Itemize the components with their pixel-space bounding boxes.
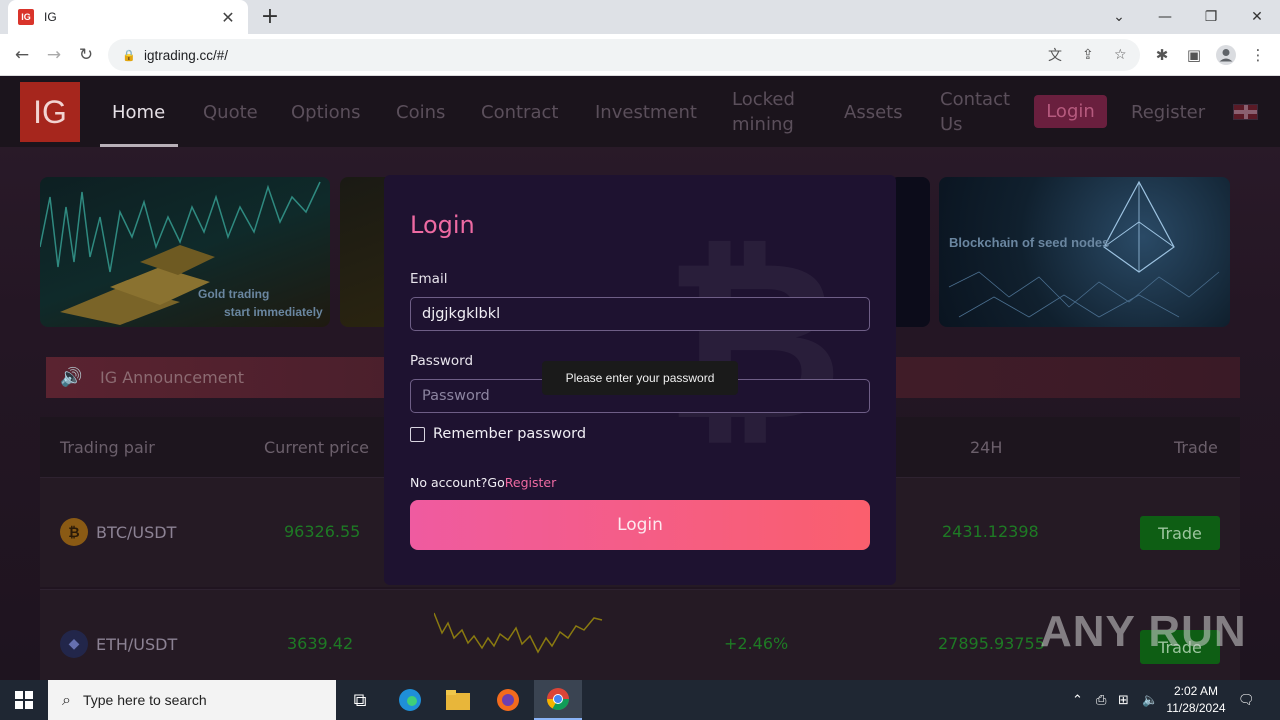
volume-icon[interactable]: 🔈 [1142,680,1158,720]
nav-active-indicator [100,144,178,147]
nav-contact-us[interactable]: Contact Us [940,77,1016,147]
nav-investment[interactable]: Investment [595,77,697,147]
eth-coin-icon: ◆ [60,630,88,658]
nav-contract[interactable]: Contract [481,77,558,147]
clock-date: 11/28/2024 [1166,701,1226,715]
search-icon: ⌕ [62,690,71,709]
notifications-icon[interactable]: 🗨 [1238,680,1255,720]
menu-kebab-icon[interactable]: ⋮ [1245,42,1271,68]
anyrun-watermark: ANY RUN [1040,607,1247,656]
announcement-text: IG Announcement [100,368,244,387]
volume-cell: 2431.12398 [942,522,1039,541]
no-account-prefix: No account?Go [410,475,505,490]
nav-register[interactable]: Register [1131,77,1205,147]
tab-search-icon[interactable]: ⌄ [1096,0,1142,34]
edge-icon[interactable] [386,680,434,720]
nav-locked-mining[interactable]: Locked mining [732,77,812,147]
trade-button[interactable]: Trade [1140,516,1220,550]
restore-icon[interactable]: ❐ [1188,0,1234,34]
reload-icon[interactable]: ↻ [73,42,99,68]
nav-coins[interactable]: Coins [396,77,445,147]
windows-taskbar: ⌕ Type here to search ⧉ ⌃ ⎙ ⊞ 🔈 2:02 AM … [0,680,1280,720]
sparkline-chart [434,612,603,654]
address-bar: ← → ↻ 🔒 igtrading.cc/#/ 文 ⇪ ☆ ✱ ▣ ⋮ [0,34,1280,76]
volume-cell: 27895.93755 [938,634,1045,653]
share-icon[interactable]: ⇪ [1082,39,1094,71]
login-modal: ₿ Login Email djgjkgklbkl Password Passw… [384,175,896,585]
header-trading-pair: Trading pair [60,437,155,457]
nav-quote[interactable]: Quote [203,77,258,147]
chrome-icon[interactable] [534,680,582,720]
change-cell: +2.46% [724,634,789,653]
modal-title: Login [410,211,475,239]
no-account-text: No account?GoRegister [410,475,556,490]
taskbar-clock[interactable]: 2:02 AM 11/28/2024 [1162,683,1230,717]
pair-symbol: ETH/USDT [96,634,178,654]
taskbar-search-box[interactable]: ⌕ Type here to search [48,680,336,720]
top-navigation: IG Home Quote Options Coins Contract Inv… [0,77,1280,147]
taskbar-search-placeholder: Type here to search [82,692,207,708]
login-submit-button[interactable]: Login [410,500,870,550]
blockchain-graphic [948,180,1220,318]
tray-device-icon[interactable]: ⎙ [1096,680,1106,720]
nav-home[interactable]: Home [112,77,165,147]
file-explorer-icon[interactable] [434,680,482,720]
tab-close-icon[interactable]: ✕ [218,8,238,27]
new-tab-icon[interactable]: + [258,4,282,29]
windows-start-icon[interactable] [0,680,48,720]
url-omnibox[interactable]: 🔒 igtrading.cc/#/ 文 ⇪ ☆ [108,39,1140,71]
pair-cell: ₿ BTC/USDT [60,518,176,546]
remember-label[interactable]: Remember password [433,426,586,442]
banner-blockchain-text: Blockchain of seed nodes [949,235,1110,250]
lock-icon: 🔒 [122,49,136,62]
header-current-price: Current price [264,437,369,457]
extensions-icon[interactable]: ✱ [1149,42,1175,68]
url-text: igtrading.cc/#/ [144,47,229,63]
banner-third[interactable] [890,177,930,327]
bookmark-star-icon[interactable]: ☆ [1114,39,1127,71]
email-field[interactable]: djgjkgklbkl [410,297,870,331]
speaker-icon: 🔊 [60,367,83,388]
back-icon[interactable]: ← [9,42,35,68]
pair-cell: ◆ ETH/USDT [60,630,177,658]
minimize-icon[interactable]: — [1142,0,1188,34]
email-label: Email [410,271,448,287]
banner-gold-trading[interactable]: Gold trading start immediately [40,177,330,327]
banner-gold-line1: Gold trading [198,287,270,301]
banner-gold-line2: start immediately [224,305,323,319]
browser-tabbar: IG IG ✕ + ⌄ — ❐ ✕ [0,0,1280,34]
nav-options[interactable]: Options [291,77,360,147]
page: IG Home Quote Options Coins Contract Inv… [0,77,1280,680]
firefox-icon[interactable] [484,680,532,720]
pair-symbol: BTC/USDT [96,522,177,542]
network-icon[interactable]: ⊞ [1118,680,1129,720]
register-link[interactable]: Register [505,475,556,490]
price-cell: 3639.42 [287,634,354,653]
nav-login-button[interactable]: Login [1034,95,1107,128]
side-panel-icon[interactable]: ▣ [1181,42,1207,68]
remember-checkbox[interactable] [410,427,425,442]
header-trade: Trade [1174,437,1218,457]
password-label: Password [410,353,474,369]
task-view-icon[interactable]: ⧉ [336,680,384,720]
tray-overflow-icon[interactable]: ⌃ [1072,680,1083,720]
banner-blockchain[interactable]: Blockchain of seed nodes [939,177,1230,327]
close-window-icon[interactable]: ✕ [1234,0,1280,34]
uk-flag-icon[interactable] [1233,104,1258,120]
tab-title: IG [44,10,57,24]
btc-coin-icon: ₿ [60,518,88,546]
header-24h: 24H [970,437,1003,457]
forward-icon[interactable]: → [41,42,67,68]
browser-tab[interactable]: IG IG ✕ [8,0,248,34]
nav-assets[interactable]: Assets [844,77,903,147]
clock-time: 2:02 AM [1173,684,1219,698]
site-logo[interactable]: IG [20,82,80,142]
validation-tooltip: Please enter your password [542,361,738,395]
favicon-icon: IG [18,9,34,25]
translate-icon[interactable]: 文 [1048,39,1062,71]
profile-avatar-icon[interactable] [1213,42,1239,68]
price-cell: 96326.55 [284,522,361,541]
